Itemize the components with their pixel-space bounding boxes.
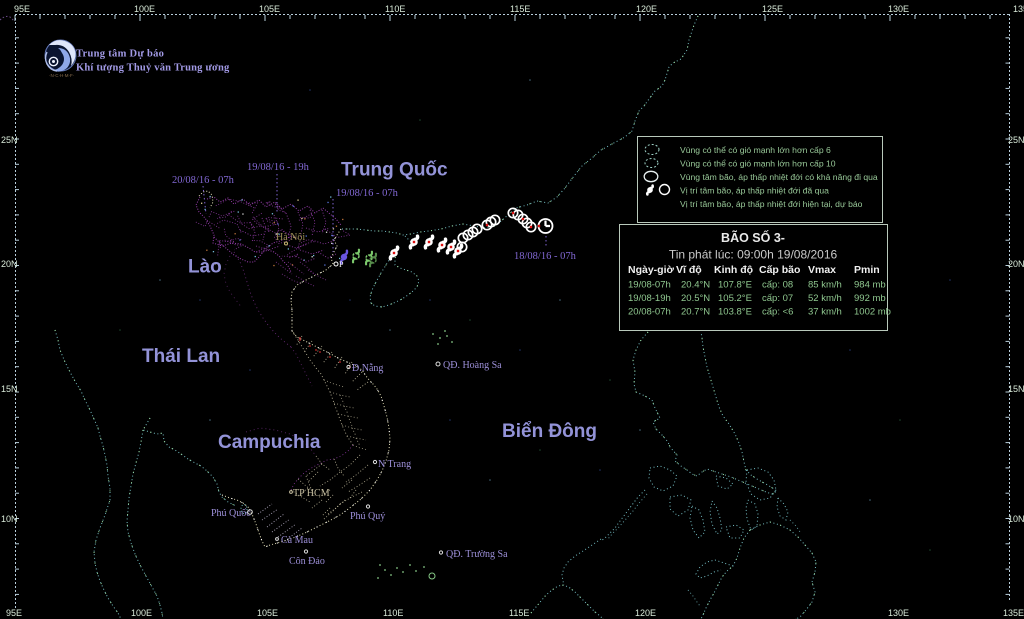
svg-text:Trung Quốc: Trung Quốc [341, 160, 448, 181]
svg-text:984 mb: 984 mb [854, 280, 886, 291]
svg-text:20N: 20N [1008, 259, 1024, 269]
svg-text:135E: 135E [1003, 608, 1024, 618]
svg-text:cấp: <6: cấp: <6 [762, 307, 793, 318]
svg-text:BÃO SỐ 3-: BÃO SỐ 3- [721, 230, 785, 245]
svg-text:·N·C·H·M·F·: ·N·C·H·M·F· [49, 73, 74, 78]
svg-text:120E: 120E [635, 608, 656, 618]
svg-text:135E: 135E [1013, 4, 1024, 14]
svg-text:115E: 115E [509, 608, 529, 618]
svg-text:992 mb: 992 mb [854, 293, 886, 304]
svg-text:Thái Lan: Thái Lan [142, 346, 220, 367]
svg-text:20.7°N: 20.7°N [681, 307, 710, 318]
svg-text:Ngày-giờ: Ngày-giờ [628, 264, 675, 276]
svg-text:Phú Quý: Phú Quý [350, 511, 385, 522]
svg-text:85 km/h: 85 km/h [808, 280, 842, 291]
svg-text:TP HCM: TP HCM [293, 488, 330, 499]
svg-text:Biển Đông: Biển Đông [502, 421, 597, 442]
svg-text:19/08-19h: 19/08-19h [628, 293, 671, 304]
svg-text:15N: 15N [1008, 384, 1024, 394]
svg-text:20.5°N: 20.5°N [681, 293, 710, 304]
svg-text:10N: 10N [1, 514, 18, 524]
svg-text:Vị trí tâm bão, áp thấp nhiệt: Vị trí tâm bão, áp thấp nhiệt đới đã qua [680, 186, 829, 196]
svg-text:cấp: 08: cấp: 08 [762, 280, 793, 291]
svg-text:100E: 100E [131, 608, 152, 618]
svg-text:15N: 15N [1, 384, 18, 394]
svg-text:Vmax: Vmax [808, 264, 836, 276]
svg-text:Phú Quốc: Phú Quốc [211, 508, 251, 519]
svg-text:N Trang: N Trang [378, 459, 411, 470]
svg-text:1002 mb: 1002 mb [854, 307, 891, 318]
svg-text:130E: 130E [888, 4, 909, 14]
svg-text:10N: 10N [1008, 514, 1024, 524]
svg-text:Đ.Nẵng: Đ.Nẵng [352, 363, 383, 374]
svg-text:Trung tâm Dự báo: Trung tâm Dự báo [76, 49, 164, 60]
svg-text:125E: 125E [762, 4, 783, 14]
svg-text:25N: 25N [1008, 135, 1024, 145]
svg-text:Côn Đảo: Côn Đảo [289, 556, 325, 567]
svg-text:QĐ. Hoàng Sa: QĐ. Hoàng Sa [443, 360, 502, 371]
svg-text:105E: 105E [257, 608, 278, 618]
svg-text:107.8°E: 107.8°E [718, 280, 752, 291]
svg-text:Pmin: Pmin [854, 264, 880, 276]
svg-text:Kinh độ: Kinh độ [714, 264, 753, 276]
svg-text:Lào: Lào [188, 257, 222, 278]
svg-text:19/08-07h: 19/08-07h [628, 280, 671, 291]
svg-text:120E: 120E [636, 4, 657, 14]
svg-text:100E: 100E [134, 4, 155, 14]
svg-text:105E: 105E [259, 4, 280, 14]
svg-text:P: P [339, 260, 344, 269]
svg-text:Campuchia: Campuchia [218, 432, 321, 453]
svg-text:20N: 20N [1, 259, 18, 269]
svg-text:130E: 130E [888, 608, 909, 618]
svg-text:Vị trí tâm bão, áp thấp nhiệt: Vị trí tâm bão, áp thấp nhiệt đới hiện t… [680, 199, 863, 209]
svg-text:105.2°E: 105.2°E [718, 293, 752, 304]
svg-text:95E: 95E [14, 4, 30, 14]
svg-text:103.8°E: 103.8°E [718, 307, 752, 318]
svg-text:Vùng có thể có gió mạnh lớn hơ: Vùng có thể có gió mạnh lớn hơn cấp 10 [680, 159, 836, 169]
svg-text:110E: 110E [383, 608, 403, 618]
svg-text:Vùng có thể có gió mạnh lớn hơ: Vùng có thể có gió mạnh lớn hơn cấp 6 [680, 145, 831, 155]
svg-text:Cấp bão: Cấp bão [759, 264, 800, 276]
svg-text:Cà Mau: Cà Mau [281, 535, 313, 546]
svg-text:Hà Nội: Hà Nội [276, 232, 305, 243]
svg-text:Khí tượng Thuỷ văn Trung ương: Khí tượng Thuỷ văn Trung ương [76, 63, 230, 74]
svg-text:37 km/h: 37 km/h [808, 307, 842, 318]
svg-text:20.4°N: 20.4°N [681, 280, 710, 291]
svg-text:QĐ. Trường Sa: QĐ. Trường Sa [446, 549, 508, 560]
svg-text:20/08-07h: 20/08-07h [628, 307, 671, 318]
svg-text:25N: 25N [1, 135, 18, 145]
svg-text:19/08/16 - 07h: 19/08/16 - 07h [336, 188, 399, 199]
svg-text:20/08/16 - 07h: 20/08/16 - 07h [172, 175, 235, 186]
svg-text:115E: 115E [510, 4, 530, 14]
svg-text:Vùng tâm bão, áp thấp nhiệt đớ: Vùng tâm bão, áp thấp nhiệt đới có khả n… [680, 172, 878, 182]
svg-text:cấp: 07: cấp: 07 [762, 293, 793, 304]
svg-text:110E: 110E [385, 4, 405, 14]
svg-text:18/08/16 - 07h: 18/08/16 - 07h [514, 251, 577, 262]
svg-text:95E: 95E [6, 608, 22, 618]
svg-text:19/08/16 - 19h: 19/08/16 - 19h [247, 162, 310, 173]
svg-text:Tin phát lúc: 09:00h 19/08/201: Tin phát lúc: 09:00h 19/08/2016 [669, 248, 838, 262]
svg-text:52 km/h: 52 km/h [808, 293, 842, 304]
svg-text:Vĩ độ: Vĩ độ [676, 264, 702, 276]
